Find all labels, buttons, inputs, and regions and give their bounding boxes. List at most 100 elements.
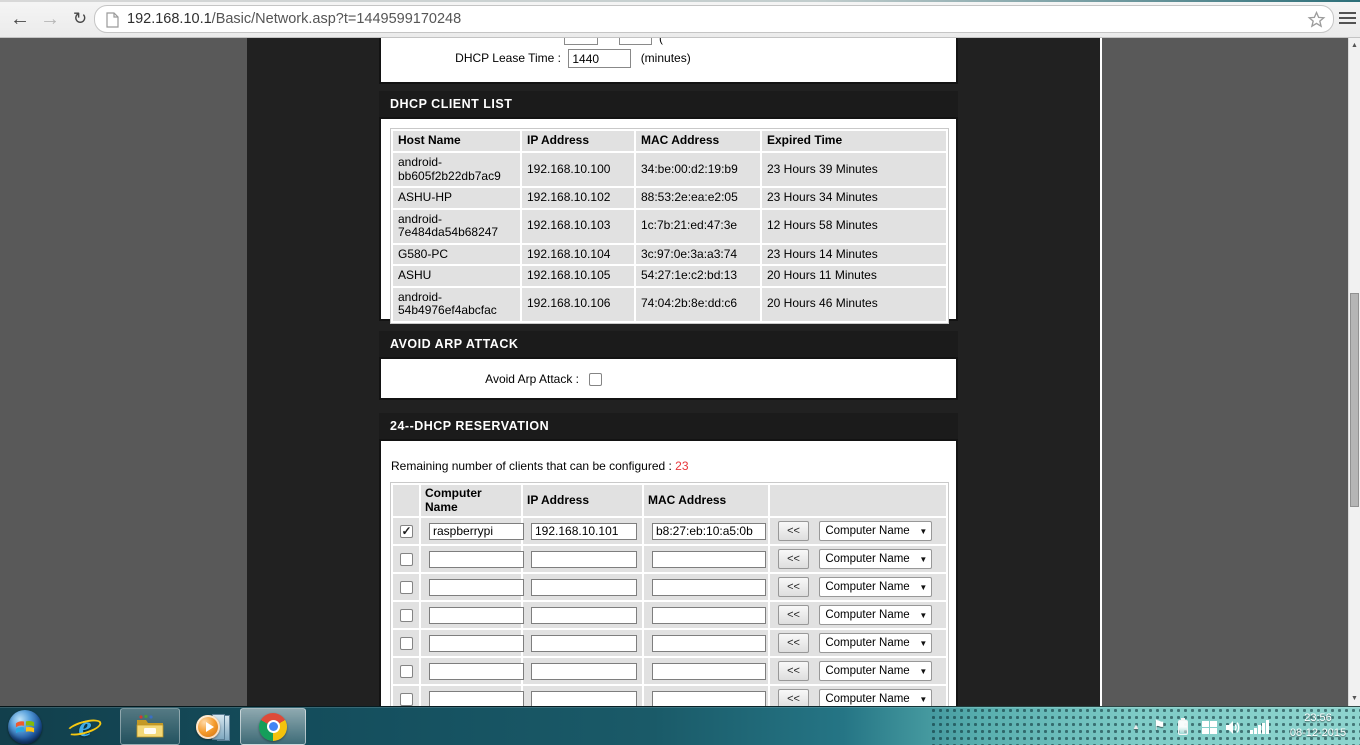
reservation-checkbox[interactable] [399, 692, 413, 706]
reservation-row: << Computer Name ▼ [393, 518, 946, 544]
tray-clock[interactable]: 23:56 08-12-2015 [1282, 711, 1354, 741]
computer-name-select[interactable]: Computer Name ▼ [819, 549, 933, 569]
select-value: Computer Name [825, 525, 910, 537]
reservation-row: << Computer Name ▼ [393, 574, 946, 600]
reservation-row: << Computer Name ▼ [393, 546, 946, 572]
ip-address-input[interactable] [531, 550, 637, 568]
tray-window-grid-icon[interactable] [1202, 721, 1217, 734]
computer-name-input[interactable] [429, 550, 524, 568]
copy-left-button[interactable]: << [778, 521, 809, 541]
computer-name-input[interactable] [429, 690, 524, 706]
mac-cell: 3c:97:0e:3a:a3:74 [636, 244, 760, 264]
ip-address-input[interactable] [531, 690, 637, 706]
media-player-icon [196, 715, 220, 739]
action-center-flag-icon[interactable]: ⚑ [1153, 717, 1166, 734]
section-title-dhcp-reservation: 24--DHCP RESERVATION [379, 413, 958, 439]
reservation-checkbox[interactable] [399, 580, 413, 594]
reservation-checkbox[interactable] [399, 664, 413, 678]
ip-cell: 192.168.10.104 [522, 244, 634, 264]
reservation-checkbox[interactable] [399, 552, 413, 566]
forward-icon[interactable]: → [36, 5, 64, 33]
window-top-edge [0, 0, 1360, 2]
computer-name-input[interactable] [429, 578, 524, 596]
copy-left-button[interactable]: << [778, 605, 809, 625]
computer-name-select[interactable]: Computer Name ▼ [819, 605, 933, 625]
partial-input-1[interactable] [564, 38, 598, 45]
reservation-checkbox[interactable] [399, 636, 413, 650]
ip-address-input[interactable] [531, 634, 637, 652]
section-title-dhcp-client-list: DHCP CLIENT LIST [379, 91, 958, 117]
chrome-menu-icon[interactable] [1339, 12, 1356, 26]
start-button[interactable] [6, 708, 44, 745]
chevron-down-icon: ▼ [919, 527, 928, 536]
volume-icon[interactable] [1225, 720, 1241, 740]
expired-cell: 23 Hours 39 Minutes [762, 153, 946, 186]
dhcp-client-table: Host Name IP Address MAC Address Expired… [390, 128, 949, 324]
mac-address-input[interactable] [652, 550, 766, 568]
chevron-down-icon: ▼ [919, 555, 928, 564]
network-signal-icon[interactable] [1250, 720, 1269, 734]
copy-left-button[interactable]: << [778, 689, 809, 706]
explorer-taskbar-button[interactable] [120, 708, 180, 745]
mac-address-input[interactable] [652, 606, 766, 624]
avoid-arp-checkbox[interactable] [589, 373, 603, 387]
select-value: Computer Name [825, 609, 910, 621]
expired-cell: 20 Hours 11 Minutes [762, 266, 946, 286]
col-host-name: Host Name [393, 131, 520, 151]
computer-name-select[interactable]: Computer Name ▼ [819, 633, 933, 653]
back-icon[interactable]: ← [6, 5, 34, 33]
dhcp-lease-time-input[interactable] [568, 49, 632, 68]
battery-icon[interactable] [1178, 717, 1188, 735]
col-empty [393, 485, 419, 516]
col-actions [770, 485, 946, 516]
col-mac-address: MAC Address [636, 131, 760, 151]
ip-address-input[interactable] [531, 662, 637, 680]
computer-name-input[interactable] [429, 634, 524, 652]
show-hidden-icons-button[interactable]: ▲ [1132, 722, 1140, 731]
select-value: Computer Name [825, 665, 910, 677]
section-title-avoid-arp: AVOID ARP ATTACK [379, 331, 958, 357]
remaining-clients-value: 23 [675, 459, 689, 473]
host-name-cell: ASHU-HP [393, 188, 520, 208]
wmp-taskbar-button[interactable] [188, 708, 236, 745]
ip-cell: 192.168.10.100 [522, 153, 634, 186]
reload-icon[interactable]: ↻ [66, 5, 94, 33]
ip-address-input[interactable] [531, 578, 637, 596]
partial-paren-text: ( [659, 38, 663, 45]
ip-address-input[interactable] [531, 522, 637, 540]
ie-taskbar-button[interactable]: e [58, 708, 112, 745]
computer-name-select[interactable]: Computer Name ▼ [819, 689, 933, 706]
scroll-up-icon[interactable]: ▲ [1349, 42, 1360, 49]
client-row: android-54b4976ef4abcfac 192.168.10.106 … [393, 287, 946, 321]
host-name-cell: G580-PC [393, 244, 520, 264]
computer-name-select[interactable]: Computer Name ▼ [819, 577, 933, 597]
scroll-down-icon[interactable]: ▼ [1349, 695, 1360, 702]
copy-left-button[interactable]: << [778, 633, 809, 653]
mac-address-input[interactable] [652, 634, 766, 652]
ip-cell: 192.168.10.106 [522, 287, 634, 321]
mac-address-input[interactable] [652, 662, 766, 680]
computer-name-input[interactable] [429, 662, 524, 680]
browser-scrollbar[interactable]: ▲ ▼ [1348, 38, 1360, 706]
client-row: android-7e484da54b68247 192.168.10.103 1… [393, 209, 946, 243]
bookmark-star-icon[interactable] [1307, 10, 1326, 34]
computer-name-input[interactable] [429, 606, 524, 624]
page-content: ( DHCP Lease Time : (minutes) DHCP CLIEN… [0, 38, 1360, 706]
computer-name-input[interactable] [429, 522, 524, 540]
partial-input-2[interactable] [619, 38, 652, 45]
computer-name-select[interactable]: Computer Name ▼ [819, 661, 933, 681]
ip-address-input[interactable] [531, 606, 637, 624]
copy-left-button[interactable]: << [778, 549, 809, 569]
mac-address-input[interactable] [652, 578, 766, 596]
chrome-taskbar-button[interactable] [240, 708, 306, 745]
address-bar[interactable]: 192.168.10.1/Basic/Network.asp?t=1449599… [94, 5, 1334, 33]
copy-left-button[interactable]: << [778, 577, 809, 597]
mac-address-input[interactable] [652, 690, 766, 706]
reservation-row: << Computer Name ▼ [393, 630, 946, 656]
computer-name-select[interactable]: Computer Name ▼ [819, 521, 933, 541]
reservation-checkbox[interactable] [399, 608, 413, 622]
copy-left-button[interactable]: << [778, 661, 809, 681]
scrollbar-thumb[interactable] [1350, 293, 1359, 507]
reservation-checkbox[interactable] [399, 524, 413, 538]
mac-address-input[interactable] [652, 522, 766, 540]
